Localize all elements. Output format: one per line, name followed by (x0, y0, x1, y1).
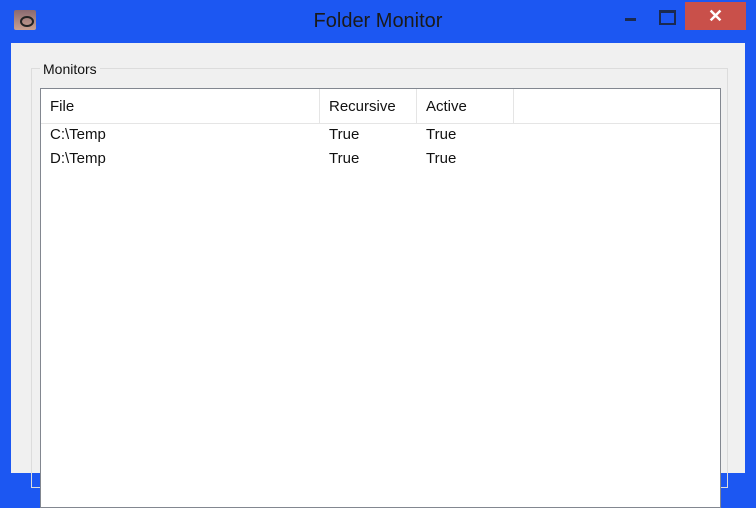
column-header-file[interactable]: File (41, 89, 320, 123)
monitors-list[interactable]: File Recursive Active C:\Temp True True … (40, 88, 721, 508)
column-header-recursive[interactable]: Recursive (320, 89, 417, 123)
title-bar: Folder Monitor ✕ (0, 0, 756, 43)
list-item[interactable]: D:\Temp True True (41, 148, 720, 172)
client-area: Monitors File Recursive Active C:\Temp T… (11, 43, 745, 508)
active-cell: True (426, 150, 457, 167)
monitors-group: Monitors File Recursive Active C:\Temp T… (31, 61, 728, 508)
group-label: Monitors (40, 61, 100, 77)
column-header-active[interactable]: Active (417, 89, 514, 123)
minimize-button[interactable] (621, 6, 647, 26)
list-item[interactable]: C:\Temp True True (41, 124, 720, 148)
file-cell: D:\Temp (50, 150, 106, 167)
file-cell: C:\Temp (50, 126, 106, 143)
recursive-cell: True (329, 126, 360, 143)
list-header: File Recursive Active (41, 89, 720, 124)
recursive-cell: True (329, 150, 360, 167)
active-cell: True (426, 126, 457, 143)
close-button[interactable]: ✕ (685, 2, 746, 30)
maximize-button[interactable] (655, 6, 681, 26)
